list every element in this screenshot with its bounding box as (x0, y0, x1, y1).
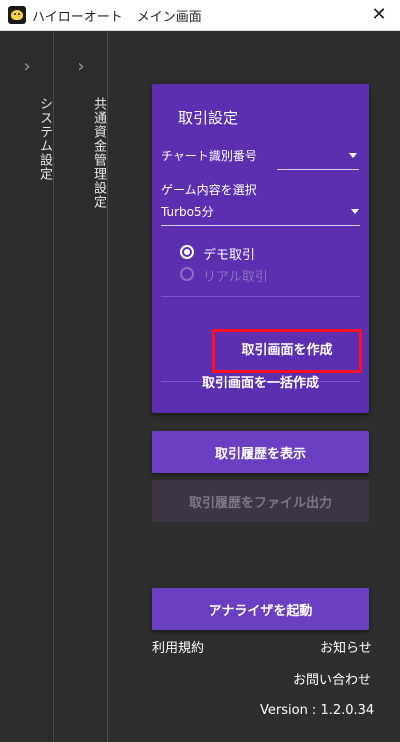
radio-checked-icon[interactable] (180, 245, 194, 259)
side-panel-system-settings[interactable]: › システム設定 (0, 31, 54, 742)
main-panel: 取引設定 チャート識別番号 ゲーム内容を選択 Turbo5分 デモ取引 リアル取… (108, 31, 400, 742)
side-panel-label: システム設定 (37, 97, 52, 181)
select-underline (277, 169, 359, 170)
radio-unchecked-icon[interactable] (180, 267, 194, 281)
export-trade-history-button: 取引履歴をファイル出力 (152, 480, 369, 522)
divider (161, 296, 360, 297)
window-title: ハイローオート メイン画面 (32, 6, 202, 25)
radio-demo-label: デモ取引 (203, 248, 256, 263)
screen-name: メイン画面 (136, 9, 202, 25)
news-link[interactable]: お知らせ (320, 637, 372, 656)
launch-analyzer-button[interactable]: アナライザを起動 (152, 588, 369, 630)
dropdown-arrow-icon (351, 209, 359, 214)
contact-link[interactable]: お問い合わせ (293, 669, 371, 688)
app-logo-icon (8, 6, 26, 24)
version-text: Version : 1.2.0.34 (260, 703, 375, 718)
side-panel-label: 共通資金管理設定 (91, 97, 106, 209)
game-select-value: Turbo5分 (161, 205, 214, 219)
close-button[interactable]: ✕ (368, 4, 390, 26)
chart-id-label: チャート識別番号 (161, 149, 257, 163)
highlight-box (212, 329, 362, 373)
bulk-create-trade-screen-button[interactable]: 取引画面を一括作成 (161, 369, 360, 399)
game-select-label: ゲーム内容を選択 (161, 183, 257, 197)
chevron-right-icon[interactable]: › (0, 57, 54, 77)
terms-link[interactable]: 利用規約 (152, 637, 204, 656)
select-underline (161, 225, 360, 226)
app-name: ハイローオート (32, 9, 123, 25)
chevron-right-icon[interactable]: › (54, 57, 108, 77)
show-trade-history-button[interactable]: 取引履歴を表示 (152, 431, 369, 473)
game-select[interactable]: Turbo5分 (161, 199, 360, 227)
radio-real-label: リアル取引 (203, 270, 268, 285)
trade-settings-card: 取引設定 チャート識別番号 ゲーム内容を選択 Turbo5分 デモ取引 リアル取… (152, 84, 369, 413)
title-bar: ハイローオート メイン画面 ✕ (0, 0, 400, 31)
side-panel-fund-management[interactable]: › 共通資金管理設定 (54, 31, 108, 742)
dropdown-arrow-icon (349, 153, 357, 158)
radio-real[interactable]: リアル取引 (180, 266, 300, 285)
chart-id-select[interactable] (277, 144, 359, 170)
radio-demo[interactable]: デモ取引 (180, 244, 300, 263)
card-title: 取引設定 (178, 109, 239, 127)
